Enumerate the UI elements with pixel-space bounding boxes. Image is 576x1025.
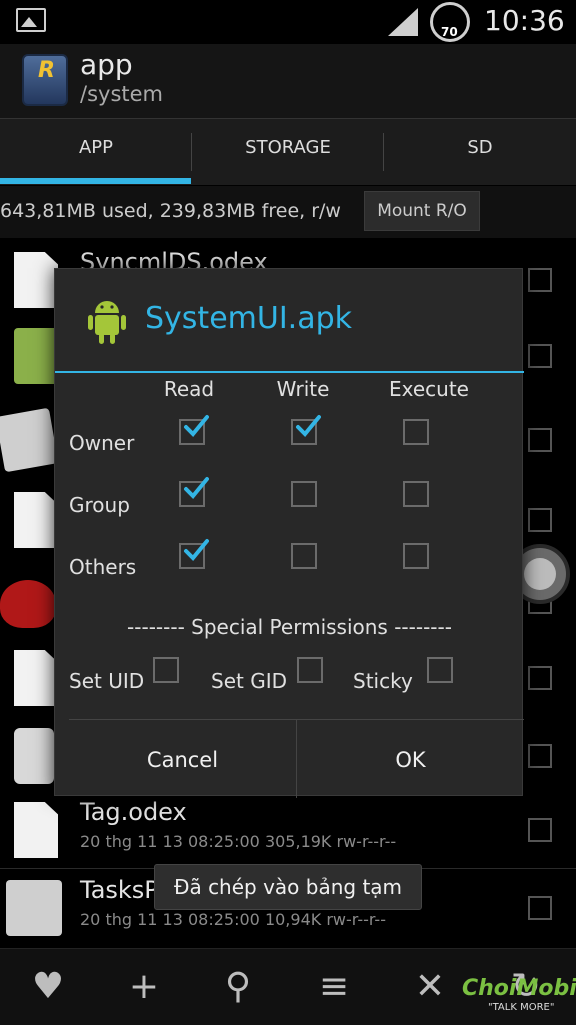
owner-read-checkbox[interactable]: [179, 415, 209, 445]
storage-bar: 643,81MB used, 239,83MB free, r/w Mount …: [0, 186, 576, 238]
tab-selected-indicator: [0, 178, 191, 184]
folder-path: /system: [80, 82, 163, 106]
group-execute-checkbox[interactable]: [403, 481, 429, 507]
others-read-checkbox[interactable]: [179, 539, 209, 569]
folder-title: app: [80, 48, 133, 81]
add-icon[interactable]: +: [124, 967, 164, 1007]
column-execute: Execute: [389, 377, 469, 401]
action-bar: R app /system: [0, 44, 576, 118]
set-uid-checkbox[interactable]: [153, 657, 179, 683]
speed-value: 70: [441, 25, 458, 39]
storage-info: 643,81MB used, 239,83MB free, r/w: [0, 200, 341, 222]
others-execute-checkbox[interactable]: [403, 543, 429, 569]
settings-apk-icon: [0, 407, 59, 473]
ok-button[interactable]: OK: [297, 720, 524, 798]
jellybean-icon: [0, 580, 56, 628]
dialog-title-divider: [55, 371, 524, 373]
group-read-checkbox[interactable]: [179, 477, 209, 507]
android-icon: [88, 301, 126, 344]
owner-execute-checkbox[interactable]: [403, 419, 429, 445]
favorites-heart-icon[interactable]: ♥: [28, 967, 68, 1007]
status-bar: 70 10:36: [0, 0, 576, 44]
special-permissions-header: -------- Special Permissions --------: [127, 615, 452, 639]
select-checkbox[interactable]: [528, 896, 552, 920]
checkmark-icon: [184, 539, 209, 561]
tab-sd[interactable]: SD: [384, 119, 576, 185]
select-checkbox[interactable]: [528, 344, 552, 368]
apk-icon: [14, 328, 58, 384]
cancel-button[interactable]: Cancel: [69, 720, 296, 798]
others-write-checkbox[interactable]: [291, 543, 317, 569]
row-others: Others: [69, 555, 137, 579]
checkmark-icon: [184, 415, 209, 437]
row-owner: Owner: [69, 431, 135, 455]
sticky-label: Sticky: [353, 669, 413, 693]
select-checkbox[interactable]: [528, 744, 552, 768]
select-checkbox[interactable]: [528, 428, 552, 452]
file-meta: 20 thg 11 13 08:25:00 10,94K rw-r--r--: [80, 910, 386, 929]
file-name: Tag.odex: [80, 798, 187, 826]
signal-icon: [388, 8, 418, 36]
set-gid-checkbox[interactable]: [297, 657, 323, 683]
checkmark-icon: [184, 477, 209, 499]
set-uid-label: Set UID: [69, 669, 145, 693]
sort-icon[interactable]: ≡: [314, 967, 354, 1007]
nfc-tag-icon: [14, 728, 54, 784]
mount-button[interactable]: Mount R/O: [364, 191, 480, 231]
file-name: TasksP: [80, 876, 159, 904]
app-logo-icon[interactable]: R: [22, 54, 68, 106]
dialog-title: SystemUI.apk: [145, 301, 353, 336]
tasks-apk-icon: [6, 880, 62, 936]
list-item[interactable]: Tag.odex 20 thg 11 13 08:25:00 305,19K r…: [0, 796, 576, 862]
permissions-dialog: SystemUI.apk Read Write Execute Owner Gr…: [54, 268, 524, 798]
dialog-buttons: Cancel OK: [69, 719, 524, 798]
select-checkbox[interactable]: [528, 268, 552, 292]
tab-app[interactable]: APP: [0, 119, 192, 185]
search-icon[interactable]: ⚲: [218, 967, 258, 1007]
row-group: Group: [69, 493, 130, 517]
select-checkbox[interactable]: [528, 818, 552, 842]
tab-bar: APP STORAGE SD: [0, 118, 576, 185]
tab-storage[interactable]: STORAGE: [192, 119, 384, 185]
set-gid-label: Set GID: [211, 669, 287, 693]
watermark-tagline: "TALK MORE": [488, 1002, 555, 1013]
toast-message: Đã chép vào bảng tạm: [154, 864, 422, 910]
watermark-brand: ChoiMobile: [462, 976, 576, 1001]
sticky-checkbox[interactable]: [427, 657, 453, 683]
owner-write-checkbox[interactable]: [291, 415, 321, 445]
select-checkbox[interactable]: [528, 666, 552, 690]
select-checkbox[interactable]: [528, 508, 552, 532]
column-read: Read: [163, 377, 215, 401]
gallery-notification-icon: [16, 8, 46, 32]
group-write-checkbox[interactable]: [291, 481, 317, 507]
checkmark-icon: [296, 415, 321, 437]
file-icon: [14, 802, 64, 858]
clock: 10:36: [484, 4, 565, 37]
speedometer-icon: 70: [430, 2, 470, 42]
watermark-logo: ChoiMobile "TALK MORE": [440, 968, 576, 1020]
file-meta: 20 thg 11 13 08:25:00 305,19K rw-r--r--: [80, 832, 397, 851]
column-write: Write: [276, 377, 330, 401]
